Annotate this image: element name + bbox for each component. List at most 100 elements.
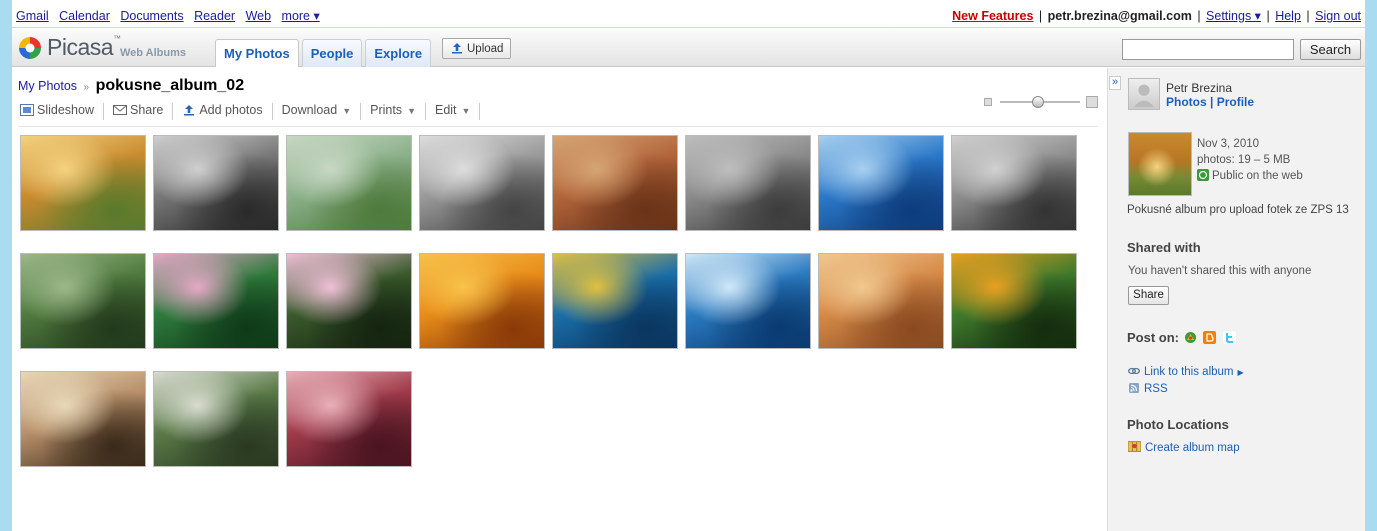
share-button[interactable]: Share [104, 103, 174, 120]
photo-thumbnail-cascading-stream[interactable] [153, 371, 279, 467]
photo-thumbnail-pink-flowers[interactable] [153, 253, 279, 349]
picasa-pinwheel-icon [19, 37, 41, 59]
rss-label: RSS [1144, 383, 1168, 395]
share-label: Share [129, 103, 164, 117]
divider [18, 126, 1098, 127]
picasa-logo[interactable]: Picasa™ Web Albums [18, 34, 208, 61]
envelope-icon [112, 105, 127, 115]
map-icon [1128, 441, 1141, 452]
photo-thumbnail-misty-trees[interactable] [20, 371, 146, 467]
separator: | [1210, 95, 1217, 109]
photo-thumbnail-whale-tail[interactable] [685, 253, 811, 349]
photo-thumbnail-river-meadow[interactable] [286, 135, 412, 231]
main-tabs: My Photos People Explore [215, 39, 434, 67]
shared-with-text: You haven't shared this with anyone [1128, 265, 1312, 277]
album-toolbar: Slideshow Share Add photos Download ▼ Pri… [18, 103, 481, 121]
separator: | [1266, 9, 1270, 23]
thumbnail-size-slider[interactable] [984, 96, 1099, 110]
slideshow-icon [20, 104, 34, 116]
prints-menu[interactable]: Prints ▼ [361, 103, 426, 120]
gbar-link-web[interactable]: Web [246, 9, 271, 23]
separator: | [1197, 9, 1201, 23]
gbar-link-calendar[interactable]: Calendar [59, 9, 110, 23]
small-thumbnail-icon [984, 98, 992, 106]
upload-icon [184, 105, 195, 116]
post-on-heading: Post on: [1127, 330, 1179, 345]
link-to-album[interactable]: Link to this album ▶ [1128, 366, 1244, 378]
photo-thumbnail-autumn-tree-bw[interactable] [153, 135, 279, 231]
search-button[interactable]: Search [1300, 39, 1361, 60]
chevron-down-icon: ▼ [407, 106, 416, 116]
upload-label: Upload [467, 43, 504, 55]
tab-people[interactable]: People [301, 39, 363, 67]
blogger-icon[interactable] [1203, 331, 1216, 344]
sidebar-share-button[interactable]: Share [1128, 286, 1169, 305]
owner-links: Photos | Profile [1166, 95, 1254, 109]
gbar-links: Gmail Calendar Documents Reader Web more… [16, 8, 327, 23]
public-globe-icon [1197, 169, 1209, 181]
photo-thumbnail-desert-oryx[interactable] [818, 253, 944, 349]
breadcrumb-my-photos[interactable]: My Photos [18, 79, 77, 93]
photo-thumbnail-frangipani[interactable] [286, 253, 412, 349]
twitter-icon[interactable] [1223, 331, 1236, 344]
photo-thumbnail-toucan[interactable] [951, 253, 1077, 349]
avatar[interactable] [1128, 78, 1160, 110]
separator: | [1306, 9, 1310, 23]
album-main: My Photos » pokusne_album_02 Slideshow S… [12, 68, 1107, 531]
collapse-sidebar-icon[interactable]: » [1109, 76, 1121, 90]
gbar-link-gmail[interactable]: Gmail [16, 9, 49, 23]
edit-menu[interactable]: Edit ▼ [426, 103, 481, 120]
help-link[interactable]: Help [1275, 9, 1301, 23]
triangle-right-icon: ▶ [1237, 368, 1244, 377]
photo-thumbnail-monument-valley[interactable] [552, 135, 678, 231]
logo-wordmark: Picasa™ [47, 34, 121, 60]
download-menu[interactable]: Download ▼ [273, 103, 362, 120]
buzz-icon[interactable] [1184, 331, 1197, 344]
slider-handle[interactable] [1032, 96, 1044, 108]
photo-thumbnail-pier-blue-sky-bw[interactable] [951, 135, 1077, 231]
signout-link[interactable]: Sign out [1315, 9, 1361, 23]
breadcrumb-arrow-icon: » [83, 82, 90, 93]
shared-with-heading: Shared with [1127, 240, 1201, 255]
owner-photos-link[interactable]: Photos [1166, 95, 1207, 109]
slideshow-button[interactable]: Slideshow [18, 103, 104, 120]
gbar-account: New Features | petr.brezina@gmail.com | … [952, 8, 1361, 23]
settings-link[interactable]: Settings ▾ [1206, 9, 1261, 23]
new-features-link[interactable]: New Features [952, 9, 1033, 23]
album-date: Nov 3, 2010 [1197, 138, 1260, 150]
album-description: Pokusné album pro upload fotek ze ZPS 13 [1127, 204, 1349, 216]
album-visibility: Public on the web [1197, 168, 1303, 184]
owner-profile-link[interactable]: Profile [1217, 95, 1254, 109]
photo-thumbnail-frosted-leaves[interactable] [286, 371, 412, 467]
rss-link[interactable]: RSS [1128, 383, 1168, 395]
chevron-down-icon: ▼ [461, 106, 471, 116]
album-title: pokusne_album_02 [95, 77, 245, 94]
album-sidebar: » Petr Brezina Photos | Profile Nov 3, 2… [1107, 68, 1365, 531]
photo-thumbnail-river-meadow-bw[interactable] [419, 135, 545, 231]
search-input[interactable] [1122, 39, 1294, 60]
gbar-link-reader[interactable]: Reader [194, 9, 235, 23]
photo-thumbnail-pier-blue-sky[interactable] [818, 135, 944, 231]
gbar-link-documents[interactable]: Documents [120, 9, 183, 23]
upload-button[interactable]: Upload [442, 38, 512, 59]
tab-explore[interactable]: Explore [365, 39, 432, 67]
large-thumbnail-icon [1086, 96, 1098, 108]
photo-thumbnail-autumn-tree-sunrise[interactable] [20, 135, 146, 231]
photo-thumbnail-sea-turtle[interactable] [552, 253, 678, 349]
add-photos-button[interactable]: Add photos [173, 103, 273, 120]
account-email: petr.brezina@gmail.com [1047, 9, 1192, 23]
create-album-map-label: Create album map [1145, 442, 1240, 454]
photo-thumbnail-monument-valley-bw[interactable] [685, 135, 811, 231]
google-bar: Gmail Calendar Documents Reader Web more… [12, 0, 1365, 28]
gbar-link-more[interactable]: more ▾ [282, 9, 320, 23]
photo-thumbnail-forest-path[interactable] [20, 253, 146, 349]
owner-name: Petr Brezina [1166, 81, 1233, 95]
photo-thumbnail-orange-daisies[interactable] [419, 253, 545, 349]
download-label: Download [281, 103, 338, 117]
chevron-down-icon: ▼ [342, 106, 352, 116]
album-cover[interactable] [1128, 132, 1192, 196]
upload-icon [452, 43, 462, 54]
tab-my-photos[interactable]: My Photos [215, 39, 299, 67]
add-photos-label: Add photos [199, 103, 263, 117]
create-album-map-link[interactable]: Create album map [1128, 440, 1240, 454]
